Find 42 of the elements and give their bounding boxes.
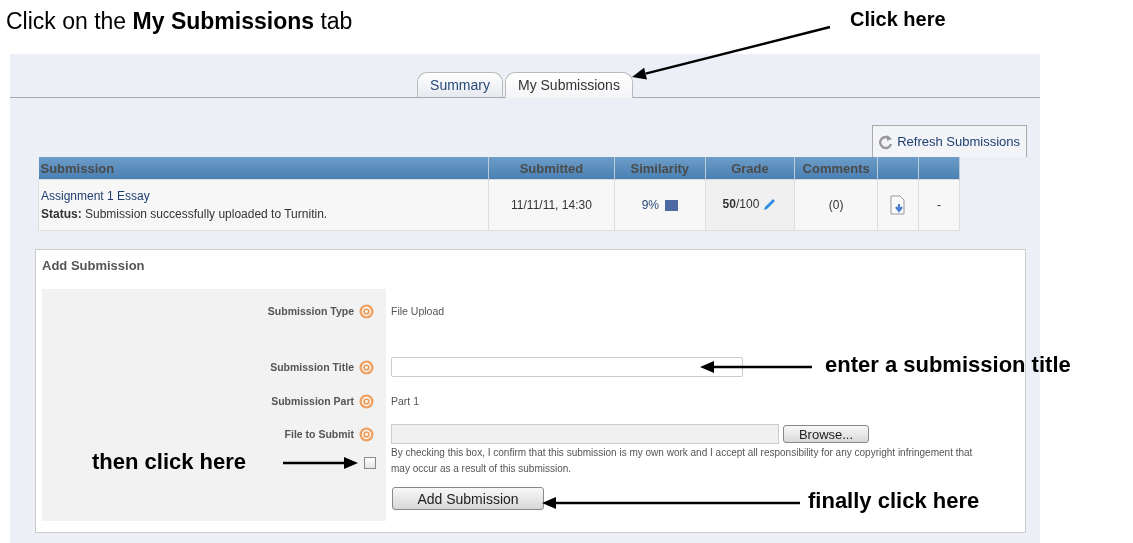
instruction-text: Click on the My Submissions tab <box>6 8 353 35</box>
assignment-link[interactable]: Assignment 1 Essay <box>41 187 487 205</box>
header-cell <box>877 157 919 180</box>
info-icon[interactable] <box>359 359 374 375</box>
pencil-icon[interactable] <box>761 197 778 213</box>
info-icon[interactable] <box>359 426 374 442</box>
field-value: Part 1 <box>391 395 419 407</box>
field-label: Submission Title <box>270 361 354 373</box>
panel-title: Add Submission <box>42 258 145 273</box>
status-text: Status: Submission successfully uploaded to Turnitin. <box>41 206 329 223</box>
table-cell: 11/11/11, 14:30 <box>488 179 615 231</box>
header-cell <box>918 157 960 180</box>
add-submission-button[interactable]: Add Submission <box>392 487 544 510</box>
column-header: Grade <box>705 157 795 180</box>
column-header: Similarity <box>614 157 706 180</box>
callout-text: finally click here <box>808 488 980 514</box>
callout-text: then click here <box>92 449 247 475</box>
refresh-icon <box>879 133 894 150</box>
grade-text: 50/100 <box>722 197 760 212</box>
field-label: Submission Part <box>271 395 354 407</box>
similarity-link[interactable]: 9% <box>641 198 659 212</box>
column-header: Submitted <box>488 157 615 180</box>
tab[interactable]: Summary <box>417 72 503 97</box>
field-label: Submission Type <box>267 305 354 317</box>
title-input-field[interactable] <box>391 357 743 377</box>
refresh-button[interactable]: Refresh Submissions <box>872 125 1027 157</box>
table-cell: (0) <box>794 179 878 231</box>
field-value: File Upload <box>391 305 445 317</box>
field-label: File to Submit <box>284 428 354 440</box>
document-download-icon[interactable] <box>889 195 908 215</box>
tab[interactable]: My Submissions <box>505 72 633 98</box>
agreement-checkbox[interactable] <box>364 457 376 469</box>
callout-text: Click here <box>850 8 946 31</box>
browse-button[interactable]: Browse... <box>783 425 869 443</box>
info-icon[interactable] <box>359 393 374 409</box>
table-cell: - <box>918 179 960 231</box>
column-header: Submission <box>38 157 489 180</box>
column-header: Comments <box>794 157 878 180</box>
callout-text: enter a submission title <box>825 352 1071 378</box>
info-icon[interactable] <box>359 303 374 319</box>
similarity-icon[interactable] <box>664 200 678 212</box>
agreement-text: By checking this box, I confirm that this submission is my own work and I accept all responsibility for any copyright infringement that may occur as a result of this submission. <box>391 446 973 476</box>
